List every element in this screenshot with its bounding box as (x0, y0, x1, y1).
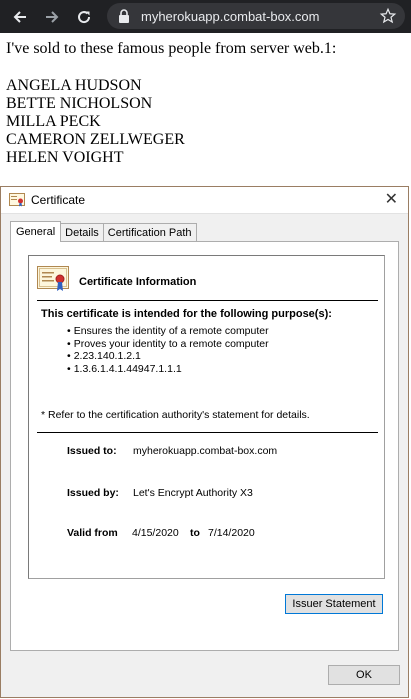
refer-note: * Refer to the certification authority's… (41, 409, 310, 421)
forward-button[interactable] (36, 0, 68, 33)
dialog-titlebar[interactable]: Certificate ✕ (1, 187, 408, 214)
valid-from-value: 4/15/2020 (132, 527, 179, 539)
lock-icon[interactable] (117, 8, 131, 24)
valid-to-label: to (190, 527, 200, 539)
certificate-info-frame: Certificate Information This certificate… (28, 255, 385, 579)
list-item: Proves your identity to a remote compute… (67, 338, 269, 351)
divider (37, 432, 378, 433)
valid-to-value: 7/14/2020 (208, 527, 255, 539)
tab-general[interactable]: General (10, 221, 62, 242)
reload-button[interactable] (68, 0, 100, 33)
ok-button[interactable]: OK (328, 665, 400, 685)
forward-arrow-icon (46, 10, 59, 23)
issuer-statement-button[interactable]: Issuer Statement (285, 594, 383, 614)
page-content: I've sold to these famous people from se… (6, 40, 411, 167)
certificate-icon (9, 193, 25, 207)
certificate-image-icon (37, 266, 69, 291)
list-item: Ensures the identity of a remote compute… (67, 325, 269, 338)
purpose-title: This certificate is intended for the fol… (41, 308, 332, 320)
list-item: ANGELA HUDSON (6, 77, 142, 94)
back-button[interactable] (4, 0, 36, 33)
list-item: HELEN VOIGHT (6, 149, 124, 166)
list-item: 1.3.6.1.4.1.44947.1.1.1 (67, 363, 269, 376)
list-item: 2.23.140.1.2.1 (67, 350, 269, 363)
issued-by-value: Let's Encrypt Authority X3 (133, 487, 253, 499)
address-bar[interactable]: myherokuapp.combat-box.com (107, 3, 405, 29)
issued-by-label: Issued by: (67, 487, 119, 499)
issued-to-value: myherokuapp.combat-box.com (133, 445, 278, 457)
list-item: MILLA PECK (6, 113, 101, 130)
back-arrow-icon (13, 10, 26, 23)
close-icon[interactable]: ✕ (385, 191, 398, 209)
list-item: CAMERON ZELLWEGER (6, 131, 185, 148)
customer-list: ANGELA HUDSON BETTE NICHOLSON MILLA PECK… (6, 77, 411, 167)
general-tab-panel: Certificate Information This certificate… (10, 241, 399, 651)
reload-icon (78, 10, 91, 23)
dialog-title: Certificate (31, 193, 86, 207)
list-item: BETTE NICHOLSON (6, 95, 153, 112)
certificate-dialog: Certificate ✕ General Details Certificat… (0, 186, 409, 698)
divider (37, 300, 378, 301)
tab-details[interactable]: Details (61, 223, 104, 242)
valid-from-label: Valid from (67, 527, 118, 539)
browser-toolbar: myherokuapp.combat-box.com (0, 0, 411, 33)
info-heading: Certificate Information (79, 276, 197, 288)
bookmark-star-icon[interactable] (379, 7, 397, 30)
tab-certification-path[interactable]: Certification Path (103, 223, 197, 242)
url-text[interactable]: myherokuapp.combat-box.com (141, 9, 319, 24)
dialog-tabs: General Details Certification Path (10, 221, 197, 242)
issued-to-label: Issued to: (67, 445, 117, 457)
purpose-list: Ensures the identity of a remote compute… (67, 325, 269, 375)
intro-text: I've sold to these famous people from se… (6, 40, 337, 57)
